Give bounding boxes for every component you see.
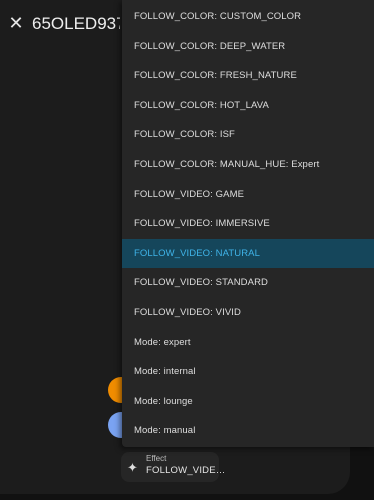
menu-item[interactable]: FOLLOW_VIDEO: VIVID	[122, 298, 374, 328]
menu-item[interactable]: Mode: lounge	[122, 387, 374, 417]
effect-dropdown-menu: FOLLOW_COLOR: CUSTOM_COLOR FOLLOW_COLOR: …	[122, 0, 374, 447]
effect-select[interactable]: ✦ Effect FOLLOW_VIDE…	[121, 452, 225, 482]
menu-item[interactable]: FOLLOW_VIDEO: STANDARD	[122, 268, 374, 298]
dialog-title: 65OLED937/12	[32, 14, 120, 33]
menu-item[interactable]: FOLLOW_VIDEO: NATURAL	[122, 238, 374, 269]
menu-item[interactable]: FOLLOW_COLOR: MANUAL_HUE: Expert	[122, 150, 374, 180]
close-icon[interactable]: ✕	[6, 13, 26, 33]
sparkle-icon: ✦	[127, 460, 138, 475]
menu-item[interactable]: Mode: internal	[122, 357, 374, 387]
menu-item[interactable]: FOLLOW_VIDEO: IMMERSIVE	[122, 209, 374, 239]
menu-item[interactable]: Mode: manual	[122, 416, 374, 446]
menu-item[interactable]: FOLLOW_VIDEO: GAME	[122, 180, 374, 210]
menu-item[interactable]: FOLLOW_COLOR: CUSTOM_COLOR	[122, 2, 374, 32]
menu-item[interactable]: FOLLOW_COLOR: DEEP_WATER	[122, 32, 374, 62]
menu-item[interactable]: FOLLOW_COLOR: ISF	[122, 120, 374, 150]
menu-item[interactable]: FOLLOW_COLOR: FRESH_NATURE	[122, 61, 374, 91]
effect-value: FOLLOW_VIDE…	[146, 465, 226, 476]
menu-item[interactable]: Mode: expert	[122, 328, 374, 358]
effect-label: Effect	[146, 454, 167, 463]
menu-item[interactable]: FOLLOW_COLOR: HOT_LAVA	[122, 91, 374, 121]
